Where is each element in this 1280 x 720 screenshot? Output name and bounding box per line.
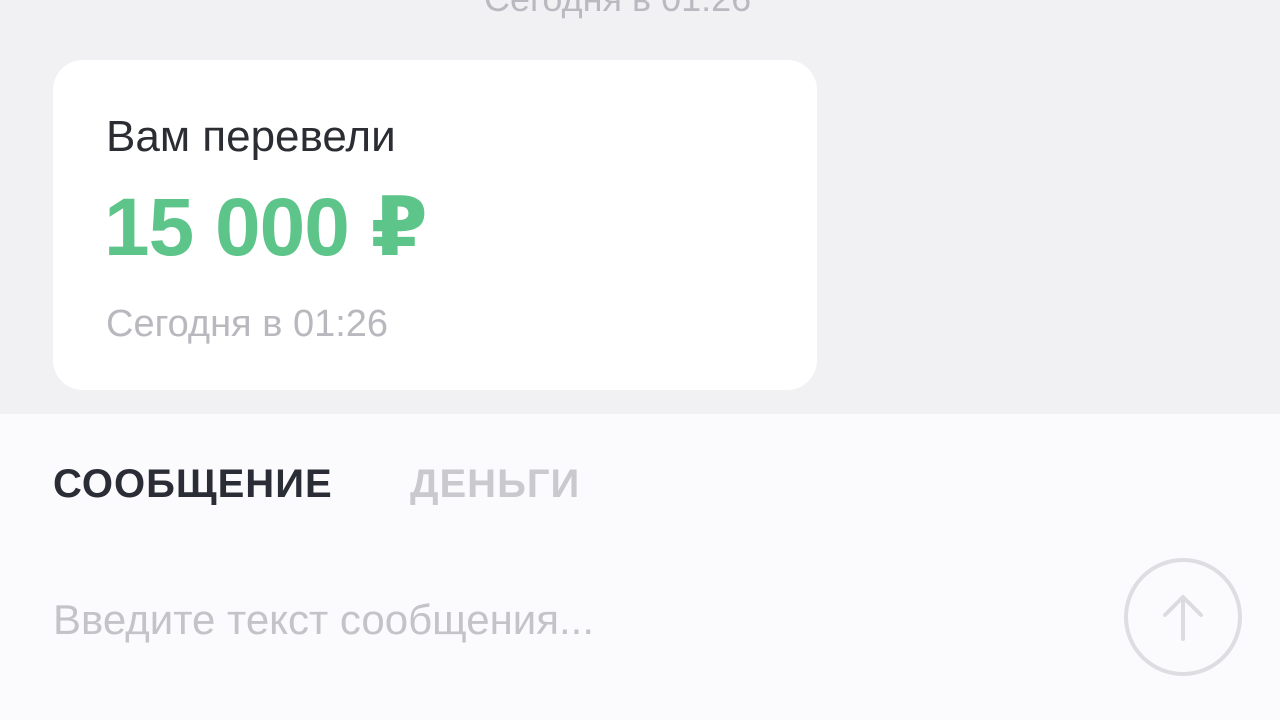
chat-area: Сегодня в 01:26 Вам перевели 15 000 ₽ Се…: [0, 0, 1280, 414]
previous-message-timestamp: Сегодня в 01:26: [484, 0, 751, 20]
transfer-amount: 15 000 ₽: [104, 182, 428, 273]
tab-message[interactable]: СООБЩЕНИЕ: [53, 462, 333, 507]
transfer-timestamp: Сегодня в 01:26: [106, 303, 389, 345]
arrow-up-icon: [1163, 595, 1203, 641]
transfer-message-bubble[interactable]: Вам перевели 15 000 ₽ Сегодня в 01:26: [53, 60, 817, 390]
tab-money[interactable]: ДЕНЬГИ: [410, 462, 580, 507]
send-button[interactable]: [1124, 558, 1242, 676]
transfer-title: Вам перевели: [106, 112, 396, 161]
message-input[interactable]: [53, 590, 1093, 650]
message-composer: СООБЩЕНИЕ ДЕНЬГИ: [0, 414, 1280, 720]
